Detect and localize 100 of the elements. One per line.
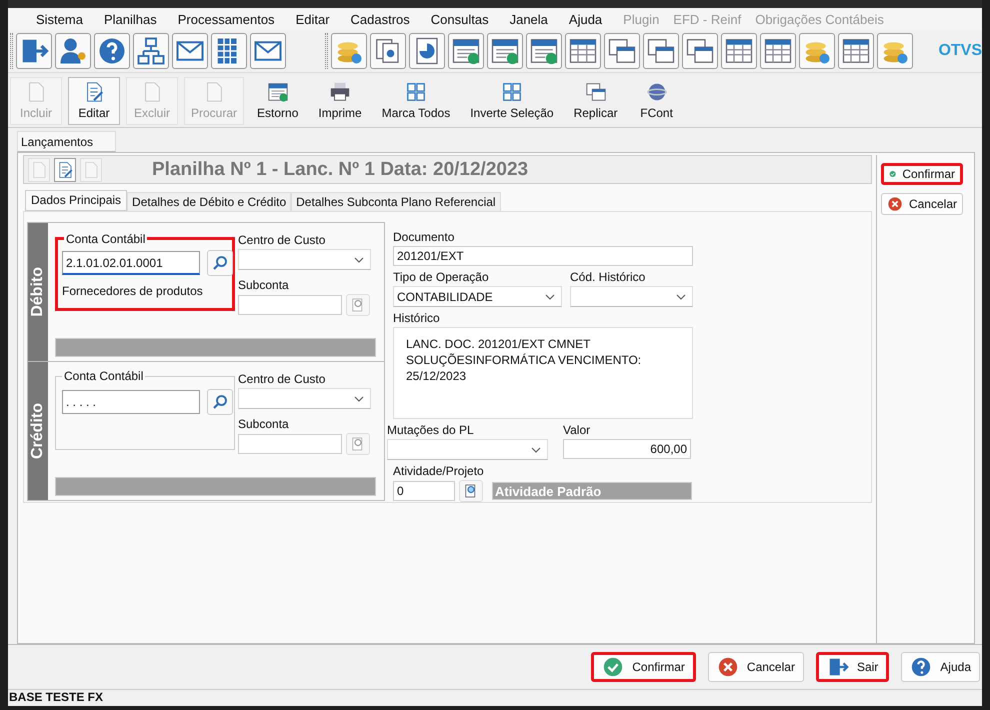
- toolbar-button[interactable]: [487, 33, 524, 69]
- chevron-down-icon: [354, 396, 364, 402]
- toolbar-button[interactable]: [682, 33, 718, 69]
- lookup-button[interactable]: [459, 480, 483, 502]
- menu-item[interactable]: Sistema: [34, 12, 102, 26]
- field-label: Cód. Histórico: [570, 270, 646, 284]
- toolbar-button[interactable]: [721, 33, 758, 69]
- field-label: Tipo de Operação: [393, 270, 490, 284]
- side-button[interactable]: Confirmar: [881, 163, 963, 185]
- toolbar-button[interactable]: [133, 33, 170, 69]
- menu-item[interactable]: Cadastros: [348, 12, 429, 26]
- footer-button[interactable]: Sair: [816, 652, 890, 682]
- side-button[interactable]: Cancelar: [881, 193, 963, 215]
- tab[interactable]: Detalhes Subconta Plano Referencial: [291, 192, 501, 211]
- toolbar-button[interactable]: [55, 33, 92, 69]
- footer-button[interactable]: Ajuda: [901, 652, 980, 682]
- toolbar-button[interactable]: [643, 33, 680, 69]
- close-icon: [887, 196, 903, 212]
- printer-icon: [329, 81, 352, 103]
- search-button[interactable]: [207, 250, 233, 276]
- globe-icon: [646, 81, 668, 103]
- close-icon: [716, 656, 739, 678]
- tab[interactable]: Dados Principais: [25, 190, 128, 211]
- activity-input[interactable]: 0: [393, 481, 455, 501]
- window-tab[interactable]: Lançamentos: [17, 131, 116, 152]
- field-label: Mutações do PL: [387, 423, 475, 437]
- field-label: Subconta: [238, 278, 290, 292]
- grid-icon: [500, 81, 523, 103]
- toolbar-action[interactable]: Imprime: [311, 77, 369, 125]
- toolbar-button[interactable]: [409, 33, 446, 69]
- toolbar-button[interactable]: [211, 33, 248, 69]
- toolbar-button[interactable]: [16, 33, 52, 69]
- subaccount-input[interactable]: [238, 295, 342, 315]
- toolbar-button[interactable]: [448, 33, 484, 69]
- window-icon: [685, 36, 716, 66]
- chevron-down-icon: [531, 447, 541, 453]
- entry-title: Planilha Nº 1 - Lanc. Nº 1 Data: 20/12/2023: [152, 158, 528, 180]
- toolbar-button[interactable]: [877, 33, 914, 69]
- menu-item[interactable]: Janela: [508, 12, 567, 26]
- user-icon: [58, 36, 88, 66]
- field-label: Atividade/Projeto: [393, 464, 485, 478]
- subaccount-input[interactable]: [238, 434, 342, 454]
- menu-item[interactable]: Consultas: [428, 12, 508, 26]
- toolbar-button[interactable]: [760, 33, 796, 69]
- footer-button[interactable]: Confirmar: [591, 652, 696, 682]
- tab[interactable]: Detalhes de Débito e Crédito: [127, 192, 292, 211]
- search-icon: [211, 393, 229, 411]
- toolbar-button[interactable]: [565, 33, 602, 69]
- grid-icon: [404, 81, 427, 103]
- account-input[interactable]: 2.1.01.02.01.0001: [62, 251, 200, 275]
- toolbar-action[interactable]: Estorno: [250, 77, 306, 125]
- menu-item[interactable]: Ajuda: [566, 12, 622, 26]
- window-icon: [607, 36, 638, 66]
- org-chart-icon: [136, 36, 166, 66]
- toolbar-button[interactable]: [331, 33, 368, 69]
- toolbar-button[interactable]: [94, 33, 130, 69]
- toolbar-action[interactable]: Inverte Seleção: [463, 77, 561, 125]
- window-icon: [646, 36, 676, 66]
- header-tool-button[interactable]: [54, 158, 76, 182]
- logo: OTVS: [938, 42, 982, 60]
- group-label: Conta Contábil: [62, 369, 146, 383]
- account-name: Fornecedores de produtos: [62, 284, 204, 298]
- field-label: Valor: [563, 423, 592, 437]
- table-icon: [724, 36, 754, 66]
- toolbar-button[interactable]: [799, 33, 836, 69]
- menu-item[interactable]: Processamentos: [176, 12, 294, 26]
- menu-item[interactable]: Planilhas: [102, 12, 176, 26]
- toolbar-button[interactable]: [172, 33, 208, 69]
- toolbar-button[interactable]: [526, 33, 562, 69]
- section-label: Débito: [28, 223, 48, 361]
- toolbar-button[interactable]: [604, 33, 640, 69]
- field-label: Histórico: [393, 311, 441, 325]
- field-label: Centro de Custo: [238, 233, 326, 247]
- toolbar-action[interactable]: Replicar: [566, 77, 625, 125]
- chevron-down-icon: [545, 294, 555, 300]
- operation-type-select[interactable]: CONTABILIDADE: [393, 286, 562, 307]
- toolbar-button[interactable]: [838, 33, 874, 69]
- account-input[interactable]: . . . . .: [62, 390, 200, 414]
- history-textarea[interactable]: LANC. DOC. 201201/EXT CMNET SOLUÇÕESINFORMÁTICA VENCIMENTO: 25/12/2023: [393, 327, 693, 419]
- toolbar-action[interactable]: FCont: [630, 77, 683, 125]
- toolbar-button[interactable]: [250, 33, 286, 69]
- table-icon: [763, 36, 794, 66]
- toolbar-action[interactable]: Editar: [68, 77, 120, 125]
- menu-item[interactable]: Editar: [294, 12, 349, 26]
- search-icon: [211, 254, 229, 272]
- status-text: BASE TESTE FX: [9, 690, 104, 704]
- search-button[interactable]: [207, 389, 233, 415]
- chevron-down-icon: [676, 294, 686, 300]
- activity-name: Atividade Padrão: [492, 482, 692, 500]
- field-label: Centro de Custo: [238, 372, 326, 386]
- table-icon: [841, 36, 872, 66]
- chevron-down-icon: [354, 257, 364, 263]
- section-label: Crédito: [28, 362, 48, 500]
- toolbar-button[interactable]: [370, 33, 406, 69]
- value-input[interactable]: 600,00: [563, 439, 691, 459]
- footer-button[interactable]: Cancelar: [708, 652, 804, 682]
- document-input[interactable]: 201201/EXT: [393, 246, 693, 266]
- window-icon: [584, 81, 607, 103]
- toolbar-action[interactable]: Marca Todos: [374, 77, 458, 125]
- field-label: Subconta: [238, 417, 290, 431]
